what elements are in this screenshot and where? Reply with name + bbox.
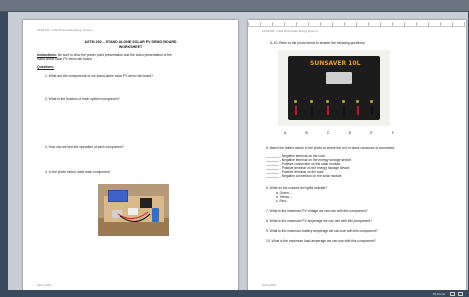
terminal-screw <box>356 100 359 103</box>
terminal-letter-c: C <box>327 131 330 135</box>
matching-item: _______ - Negative connection on the sol… <box>266 174 343 178</box>
question-10: 10. What is the maximum load amperage we… <box>266 239 376 243</box>
page-header: ASTM 260 – Solar Photovoltaic Energy Sys… <box>37 29 93 32</box>
focus-status[interactable]: 76 Focus <box>433 292 445 296</box>
red-wire <box>295 106 297 115</box>
question-8: 8. What is the maximum PV amperage we ca… <box>266 219 372 223</box>
document-viewer[interactable]: ASTM 260 – Solar Photovoltaic Energy Sys… <box>8 12 468 295</box>
terminal-letter-f: F <box>391 131 394 135</box>
black-wire <box>343 106 345 115</box>
print-layout-icon[interactable] <box>450 292 455 296</box>
terminal-screw <box>310 100 313 103</box>
question-6: 6. What do the colored led lights indica… <box>266 186 328 190</box>
device-brand: SUNSAVER 10L <box>310 60 361 67</box>
question-4: 4. In the photo below, label each compon… <box>45 170 111 174</box>
question-5: 5. Match the letters above in the photo … <box>266 146 396 150</box>
page-2: ASTM 260 – Solar Photovoltaic Energy Sys… <box>248 20 466 295</box>
question-2: 2. What is the function of each system c… <box>45 97 120 101</box>
terminal-screw <box>342 100 345 103</box>
question-3: 3. How can we test the operation of each… <box>45 145 124 149</box>
ruler <box>248 22 466 27</box>
instructions-text-2: stand-alone solar PV demo lab board. <box>37 57 93 61</box>
charge-controller-photo: SUNSAVER 10L <box>278 50 390 126</box>
read-mode-icon[interactable] <box>458 292 463 296</box>
question-7: 7. What is the maximum PV voltage we can… <box>266 209 368 213</box>
red-wire <box>357 106 359 115</box>
terminal-letters: A B C D E F <box>284 131 394 135</box>
question-1: 1. What are the components of our stand-… <box>45 74 153 78</box>
question-6-c: c. Red – <box>276 199 289 203</box>
red-wire <box>327 106 329 115</box>
demo-board-photo <box>98 184 169 236</box>
terminal-letter-a: A <box>284 131 287 135</box>
question-9: 9. What is the maximum battery amperage … <box>266 229 378 233</box>
black-wire <box>311 106 313 115</box>
question-5-10: 5–10. Refer to the photo below to answer… <box>270 41 366 45</box>
status-bar: 76 Focus <box>0 290 467 297</box>
questions-label: Questions: <box>37 65 55 69</box>
terminal-letter-d: D <box>348 131 352 135</box>
terminal-screw <box>370 100 373 103</box>
page-header: ASTM 260 – Solar Photovoltaic Energy Sys… <box>262 30 318 33</box>
terminal-letter-b: B <box>305 131 308 135</box>
terminal-screw <box>326 100 329 103</box>
terminal-letter-e: E <box>370 131 373 135</box>
page-footer: Spring 2020 <box>262 284 276 287</box>
terminal-screw <box>294 100 297 103</box>
worksheet-subtitle: WORKSHEET <box>118 45 143 49</box>
page-footer: Spring 2020 <box>37 284 51 287</box>
device-label-panel <box>326 72 352 84</box>
worksheet-title: ASTM 260 – STAND ALONE SOLAR PV DEMO BOA… <box>84 40 177 44</box>
page-1: ASTM 260 – Solar Photovoltaic Energy Sys… <box>23 20 238 295</box>
demo-board-image <box>98 184 169 236</box>
charge-controller: SUNSAVER 10L <box>288 56 380 120</box>
black-wire <box>371 106 373 115</box>
